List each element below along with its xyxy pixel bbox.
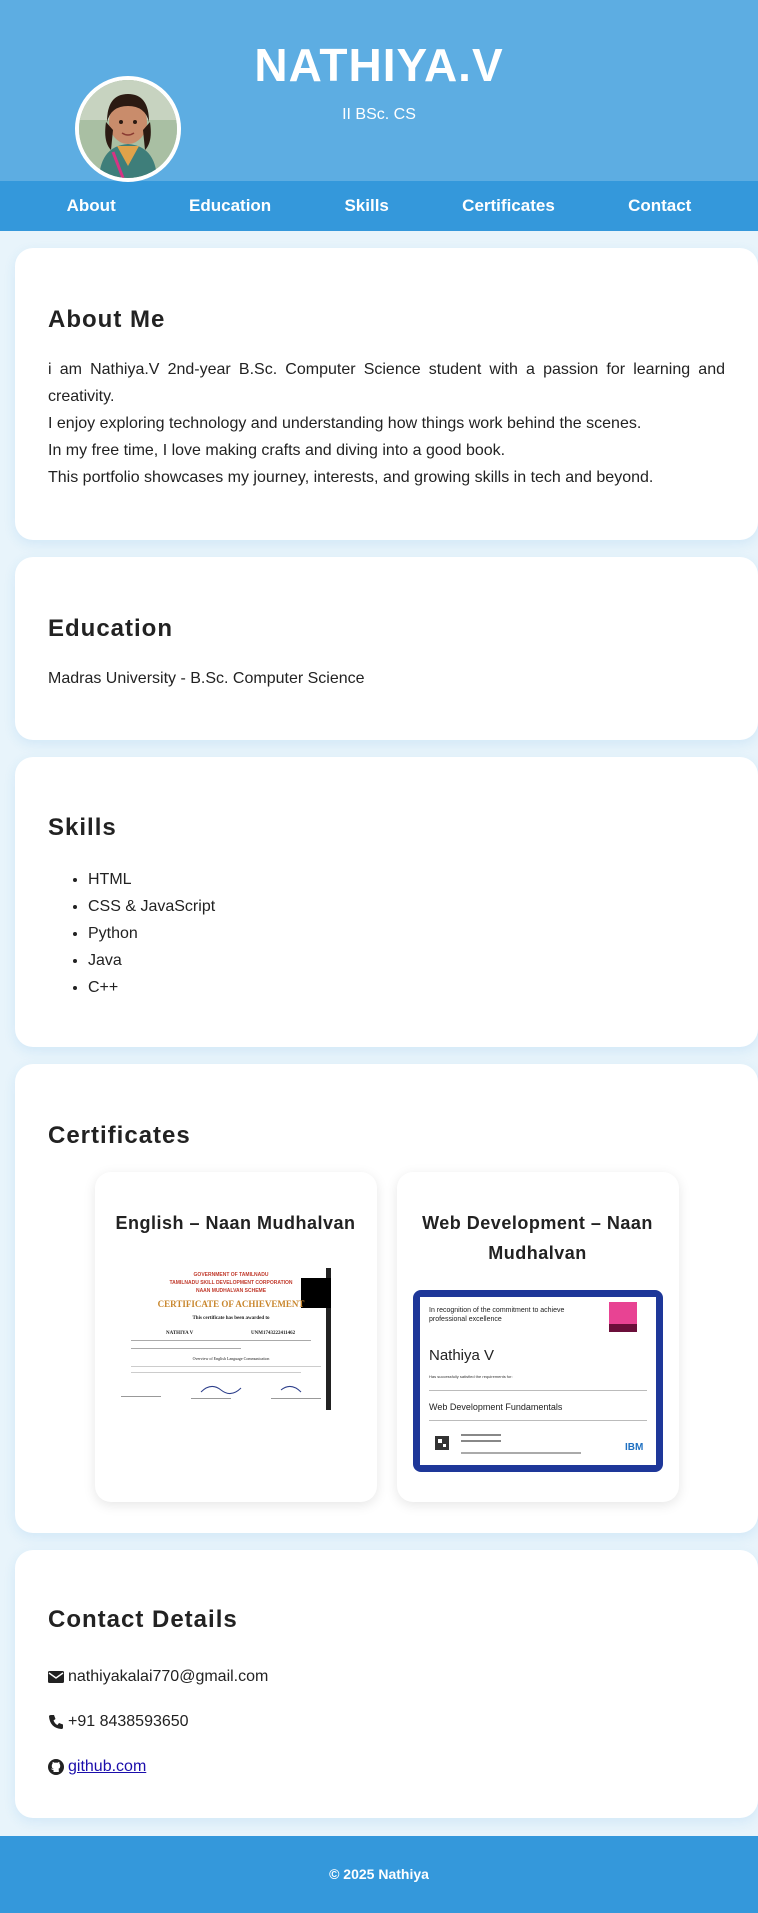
avatar — [75, 76, 181, 182]
education-heading: Education — [48, 615, 174, 642]
about-text: i am Nathiya.V 2nd-year B.Sc. Computer S… — [48, 356, 725, 491]
certificates-section: Certificates English – Naan Mudhalvan GO… — [15, 1064, 758, 1533]
cert-english-header1: GOVERNMENT OF TAMILNADU — [193, 1272, 268, 1278]
certificate-image-web[interactable]: In recognition of the commitment to achi… — [412, 1290, 663, 1472]
certificate-title: Web Development – Naan Mudhalvan — [422, 1213, 653, 1263]
education-section: Education Madras University - B.Sc. Comp… — [15, 557, 758, 740]
certificate-card-english: English – Naan Mudhalvan GOVERNMENT OF T… — [94, 1172, 377, 1502]
contact-github: github.com — [48, 1758, 725, 1776]
certificate-card-web: Web Development – Naan Mudhalvan In reco… — [396, 1172, 679, 1502]
about-line: In my free time, I love making crafts an… — [48, 442, 506, 459]
nav-education[interactable]: Education — [189, 196, 271, 216]
nav-contact[interactable]: Contact — [628, 196, 691, 216]
cert-web-intro: In recognition of the commitment to achi… — [429, 1307, 565, 1314]
certificates-grid: English – Naan Mudhalvan GOVERNMENT OF T… — [48, 1172, 725, 1502]
skill-item: Python — [88, 920, 725, 947]
cert-web-intro: professional excellence — [429, 1316, 502, 1323]
phone-icon — [49, 1715, 63, 1729]
skills-section: Skills HTML CSS & JavaScript Python Java… — [15, 757, 758, 1047]
cert-english-name: NATHIYA V — [166, 1331, 194, 1336]
nav-certificates[interactable]: Certificates — [462, 196, 555, 216]
about-heading: About Me — [48, 306, 166, 333]
contact-section: Contact Details nathiyakalai770@gmail.co… — [15, 1550, 758, 1818]
cert-web-brand: IBM — [625, 1442, 643, 1453]
page-header: NATHIYA.V II BSc. CS — [0, 0, 758, 182]
main-nav: About Education Skills Certificates Cont… — [0, 181, 758, 231]
nav-skills[interactable]: Skills — [344, 196, 388, 216]
cert-english-course: Overview of English Language Communicati… — [192, 1356, 269, 1361]
education-text: Madras University - B.Sc. Computer Scien… — [48, 670, 365, 687]
email-text: nathiyakalai770@gmail.com — [68, 1668, 269, 1685]
github-link[interactable]: github.com — [68, 1758, 146, 1776]
skill-item: C++ — [88, 974, 725, 1001]
nav-about[interactable]: About — [67, 196, 116, 216]
cert-english-reg: UNM1743222411462 — [251, 1331, 296, 1336]
contact-phone: +91 8438593650 — [48, 1713, 725, 1731]
envelope-icon — [48, 1671, 64, 1683]
skill-item: Java — [88, 947, 725, 974]
cert-english-header3: NAAN MUDHALVAN SCHEME — [195, 1288, 266, 1294]
skill-item: CSS & JavaScript — [88, 893, 725, 920]
skills-heading: Skills — [48, 814, 117, 841]
certificates-heading: Certificates — [48, 1122, 191, 1149]
phone-text: +91 8438593650 — [68, 1713, 189, 1730]
cert-web-satisfied: Has successfully satisfied the requireme… — [429, 1374, 513, 1379]
certificate-title: English – Naan Mudhalvan — [115, 1213, 356, 1233]
cert-web-name: Nathiya V — [429, 1347, 494, 1364]
cert-english-header2: TAMILNADU SKILL DEVELOPMENT CORPORATION — [169, 1280, 292, 1286]
contact-email: nathiyakalai770@gmail.com — [48, 1668, 725, 1686]
about-line: I enjoy exploring technology and underst… — [48, 415, 642, 432]
github-icon — [48, 1759, 64, 1775]
cert-web-course: Web Development Fundamentals — [429, 1402, 563, 1412]
about-section: About Me i am Nathiya.V 2nd-year B.Sc. C… — [15, 248, 758, 540]
skill-item: HTML — [88, 866, 725, 893]
page-footer: © 2025 Nathiya — [0, 1836, 758, 1913]
about-line: i am Nathiya.V 2nd-year B.Sc. Computer S… — [48, 361, 725, 405]
footer-text: © 2025 Nathiya — [329, 1866, 429, 1882]
certificate-image-english[interactable]: GOVERNMENT OF TAMILNADU TAMILNADU SKILL … — [110, 1264, 361, 1414]
contact-heading: Contact Details — [48, 1606, 238, 1633]
about-line: This portfolio showcases my journey, int… — [48, 469, 654, 486]
skills-list: HTML CSS & JavaScript Python Java C++ — [48, 866, 725, 1001]
cert-english-awarded: This certificate has been awarded to — [192, 1316, 270, 1321]
cert-english-heading: CERTIFICATE OF ACHIEVEMENT — [157, 1299, 304, 1309]
